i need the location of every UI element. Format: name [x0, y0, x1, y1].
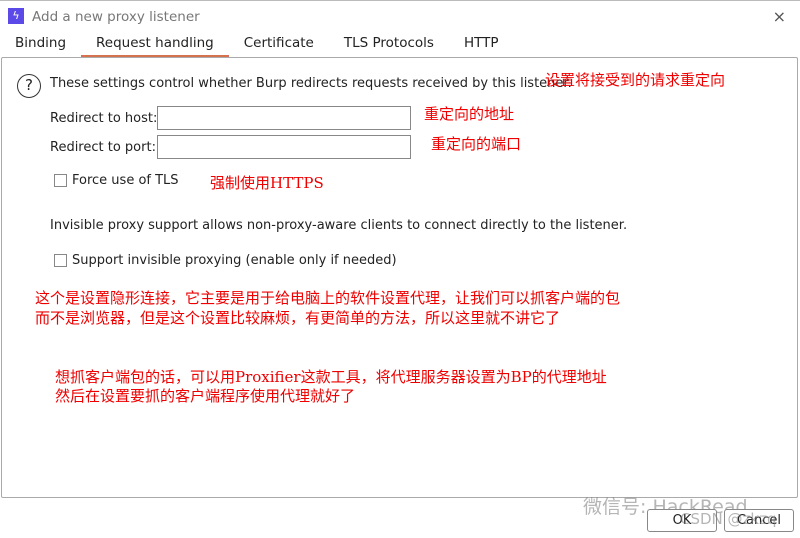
annotation: 这个是设置隐形连接，它主要是用于给电脑上的软件设置代理，让我们可以抓客户端的包: [35, 289, 621, 307]
window-title: Add a new proxy listener: [32, 9, 200, 25]
csdn-watermark: CSDN @zkzq: [680, 510, 777, 528]
force-tls-label: Force use of TLS: [72, 173, 179, 188]
tab-binding[interactable]: Binding: [0, 33, 81, 57]
tab-bar: Binding Request handling Certificate TLS…: [0, 33, 514, 57]
invisible-proxy-option[interactable]: Support invisible proxying (enable only …: [54, 253, 397, 268]
annotation: 然后在设置要抓的客户端程序使用代理就好了: [55, 387, 356, 405]
invisible-proxy-label: Support invisible proxying (enable only …: [72, 253, 397, 268]
annotation: 强制使用HTTPS: [210, 174, 324, 192]
request-handling-panel: ? These settings control whether Burp re…: [1, 57, 798, 498]
tab-tls-protocols[interactable]: TLS Protocols: [329, 33, 449, 57]
redirect-host-input[interactable]: [157, 106, 411, 130]
invisible-proxy-text: Invisible proxy support allows non-proxy…: [50, 218, 628, 233]
redirect-host-label: Redirect to host:: [50, 111, 158, 126]
redirect-port-input[interactable]: [157, 135, 411, 159]
annotation: 想抓客户端包的话，可以用Proxifier这款工具，将代理服务器设置为BP的代理…: [55, 368, 607, 386]
tab-http[interactable]: HTTP: [449, 33, 514, 57]
invisible-proxy-checkbox[interactable]: [54, 254, 67, 267]
tab-certificate[interactable]: Certificate: [229, 33, 329, 57]
close-icon[interactable]: ×: [773, 7, 786, 26]
help-icon[interactable]: ?: [17, 74, 41, 98]
force-tls-checkbox[interactable]: [54, 174, 67, 187]
annotation: 而不是浏览器，但是这个设置比较麻烦，有更简单的方法，所以这里就不讲它了: [35, 309, 561, 327]
annotation: 重定向的端口: [431, 135, 522, 153]
burp-lightning-icon: ϟ: [8, 8, 24, 24]
help-text: These settings control whether Burp redi…: [50, 76, 572, 91]
redirect-port-label: Redirect to port:: [50, 140, 156, 155]
tab-request-handling[interactable]: Request handling: [81, 33, 229, 57]
annotation: 重定向的地址: [424, 105, 515, 123]
force-tls-option[interactable]: Force use of TLS: [54, 173, 179, 188]
annotation: 设置将接受到的请求重定向: [545, 71, 726, 89]
title-bar: ϟ Add a new proxy listener ×: [0, 0, 800, 32]
